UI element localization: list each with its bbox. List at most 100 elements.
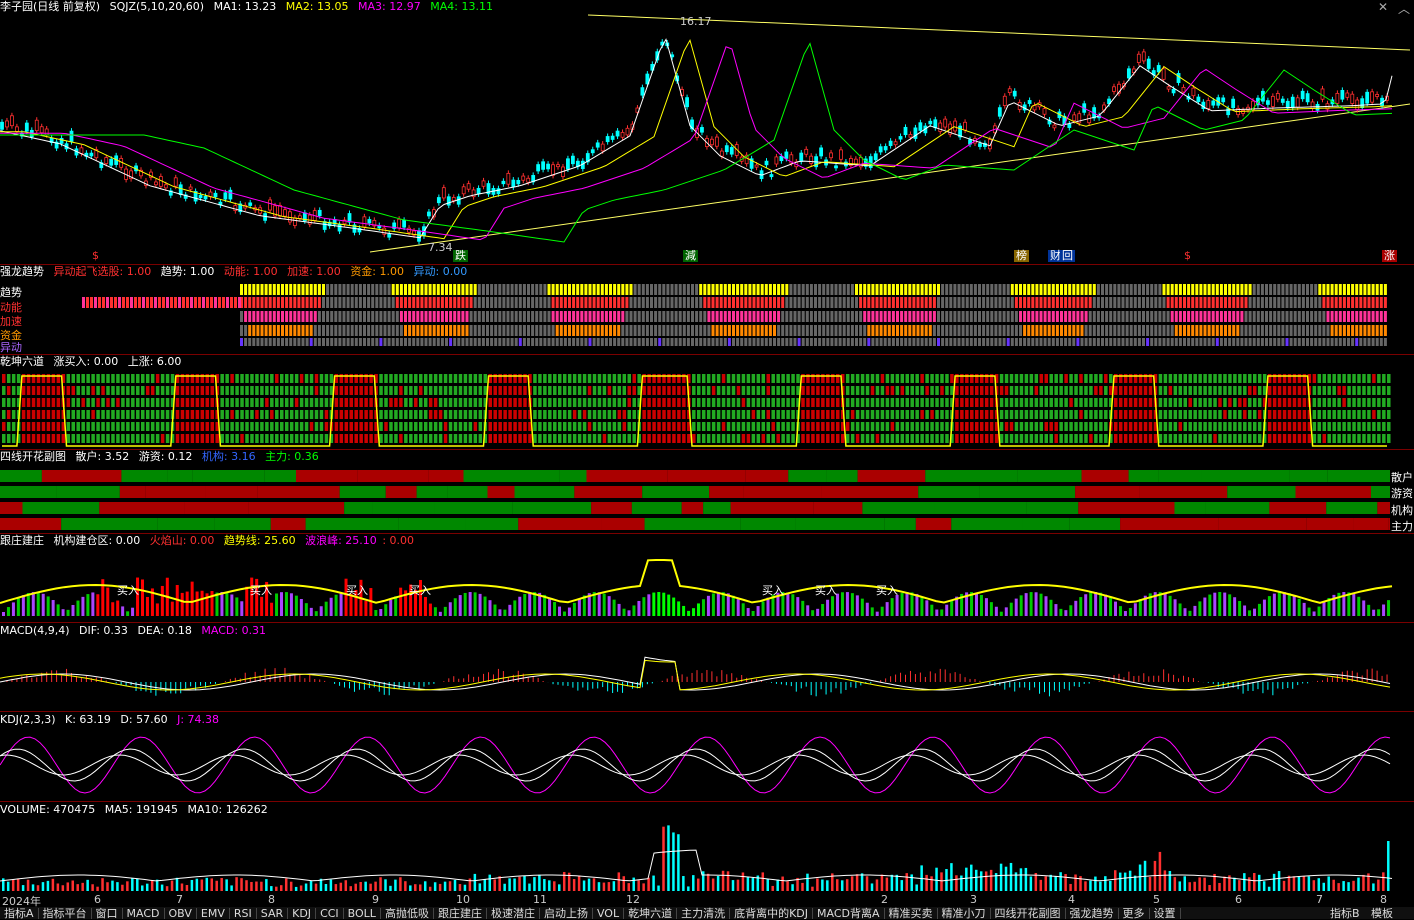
kdj-title[interactable]: KDJ(2,3,3) bbox=[0, 713, 56, 726]
tab-3[interactable]: MACD bbox=[123, 908, 165, 919]
tab-indicator-b[interactable]: 指标B bbox=[1326, 907, 1364, 920]
sxkh-band bbox=[1022, 518, 1070, 530]
qlqs-row-label-5: 异动 bbox=[0, 341, 22, 354]
tab-16[interactable]: 乾坤六道 bbox=[624, 908, 678, 919]
indicator-name[interactable]: SQJZ(5,10,20,60) bbox=[110, 0, 204, 13]
event-marker-1[interactable]: $ bbox=[90, 250, 101, 262]
volume-bar bbox=[572, 879, 576, 891]
trend-cell bbox=[102, 297, 105, 308]
stock-title[interactable]: 李子园(日线 前复权) bbox=[0, 0, 100, 13]
gzjz-bar bbox=[885, 602, 889, 616]
trend-cell bbox=[1289, 325, 1293, 336]
tab-7[interactable]: SAR bbox=[257, 908, 289, 919]
qkld-cell bbox=[1243, 422, 1247, 431]
tab-6[interactable]: RSI bbox=[230, 908, 257, 919]
tab-template[interactable]: 模板 bbox=[1367, 907, 1397, 920]
qkld-cell bbox=[384, 434, 388, 443]
macd-title[interactable]: MACD(4,9,4) bbox=[0, 624, 70, 637]
gzjz-bar bbox=[324, 601, 328, 616]
tab-10[interactable]: BOLL bbox=[344, 908, 381, 919]
qkld-cell bbox=[657, 398, 661, 407]
tab-21[interactable]: 精准小刀 bbox=[938, 908, 991, 919]
trend-cell bbox=[449, 311, 453, 322]
volume-bar bbox=[592, 878, 596, 891]
settings-icon[interactable]: ✕ bbox=[1378, 0, 1388, 14]
trend-cell bbox=[206, 297, 209, 308]
trend-cell bbox=[1256, 297, 1260, 308]
qkld-cell bbox=[731, 422, 736, 431]
trend-cell bbox=[756, 338, 760, 346]
qkld-cell bbox=[1118, 398, 1123, 407]
tab-24[interactable]: 更多 bbox=[1119, 908, 1150, 919]
kdj-panel[interactable] bbox=[0, 727, 1414, 801]
qlqs-title[interactable]: 强龙趋势 bbox=[0, 265, 44, 278]
tab-18[interactable]: 底背离中的KDJ bbox=[730, 908, 814, 919]
event-marker-3[interactable]: 減 bbox=[683, 250, 698, 262]
tab-11[interactable]: 高抛低吸 bbox=[381, 908, 434, 919]
tab-23[interactable]: 强龙趋势 bbox=[1066, 908, 1119, 919]
sxkh-right-3: 机构 bbox=[1391, 504, 1413, 517]
trend-cell bbox=[543, 338, 547, 346]
trend-cell bbox=[879, 311, 883, 322]
sxkh-panel[interactable] bbox=[0, 467, 1390, 533]
candle-body bbox=[213, 192, 218, 198]
qlqs-panel[interactable] bbox=[0, 280, 1414, 354]
tab-1[interactable]: 指标平台 bbox=[39, 908, 92, 919]
tab-15[interactable]: VOL bbox=[593, 908, 625, 919]
qkld-cell bbox=[721, 410, 726, 419]
tab-17[interactable]: 主力清洗 bbox=[677, 908, 731, 919]
tab-9[interactable]: CCI bbox=[316, 908, 344, 919]
sxkh-title[interactable]: 四线开花副图 bbox=[0, 450, 66, 463]
trend-cell bbox=[1199, 297, 1203, 308]
trend-cell bbox=[1240, 297, 1244, 308]
tab-2[interactable]: 窗口 bbox=[92, 908, 123, 919]
volume-bar bbox=[548, 880, 551, 891]
tab-8[interactable]: KDJ bbox=[288, 908, 317, 919]
gzjz-title[interactable]: 跟庄建庄 bbox=[0, 534, 44, 547]
qkld-cell bbox=[885, 410, 890, 419]
trend-cell bbox=[1137, 284, 1141, 295]
volume-title[interactable]: VOLUME: 470475 bbox=[0, 803, 95, 816]
trend-cell bbox=[904, 297, 908, 308]
event-marker-7[interactable]: $ bbox=[1182, 250, 1193, 262]
event-marker-2[interactable]: 跌 bbox=[453, 250, 468, 262]
tab-20[interactable]: 精准买卖 bbox=[885, 908, 938, 919]
volume-bar bbox=[910, 874, 913, 891]
gzjz-panel[interactable] bbox=[0, 548, 1414, 622]
tab-14[interactable]: 启动上扬 bbox=[540, 908, 593, 919]
qkld-cell bbox=[1387, 410, 1391, 419]
gzjz-bar bbox=[662, 592, 666, 616]
qkld-cell bbox=[1367, 422, 1371, 431]
qkld-panel[interactable] bbox=[0, 370, 1414, 448]
volume-panel[interactable] bbox=[0, 816, 1414, 892]
tab-19[interactable]: MACD背离A bbox=[813, 908, 885, 919]
main-candle-chart[interactable] bbox=[0, 14, 1414, 264]
trend-cell bbox=[543, 297, 547, 308]
trend-cell bbox=[256, 338, 260, 346]
event-marker-4[interactable]: 榜 bbox=[1014, 250, 1029, 262]
tab-0[interactable]: 指标A bbox=[0, 908, 39, 919]
trend-cell bbox=[773, 284, 776, 295]
candle-body bbox=[248, 202, 253, 206]
tab-13[interactable]: 极速潜庄 bbox=[487, 908, 540, 919]
tab-25[interactable]: 设置 bbox=[1150, 908, 1181, 919]
qkld-cell bbox=[558, 410, 562, 419]
qkld-cell bbox=[1173, 434, 1178, 443]
event-marker-8[interactable]: 涨 bbox=[1382, 250, 1397, 262]
qkld-cell bbox=[91, 434, 95, 443]
trend-cell bbox=[752, 284, 756, 295]
qkld-cell bbox=[349, 386, 353, 395]
qkld-cell bbox=[56, 422, 61, 431]
trend-cell bbox=[793, 311, 797, 322]
macd-panel[interactable] bbox=[0, 638, 1414, 710]
volume-bar bbox=[136, 878, 139, 891]
qkld-cell bbox=[989, 386, 994, 395]
event-marker-6[interactable]: 回 bbox=[1060, 250, 1075, 262]
qkld-cell bbox=[940, 374, 944, 383]
tab-22[interactable]: 四线开花副图 bbox=[991, 908, 1066, 919]
tab-4[interactable]: OBV bbox=[165, 908, 197, 919]
tab-12[interactable]: 跟庄建庄 bbox=[434, 908, 487, 919]
tab-5[interactable]: EMV bbox=[197, 908, 230, 919]
qkld-title[interactable]: 乾坤六道 bbox=[0, 355, 44, 368]
qkld-cell bbox=[553, 410, 557, 419]
